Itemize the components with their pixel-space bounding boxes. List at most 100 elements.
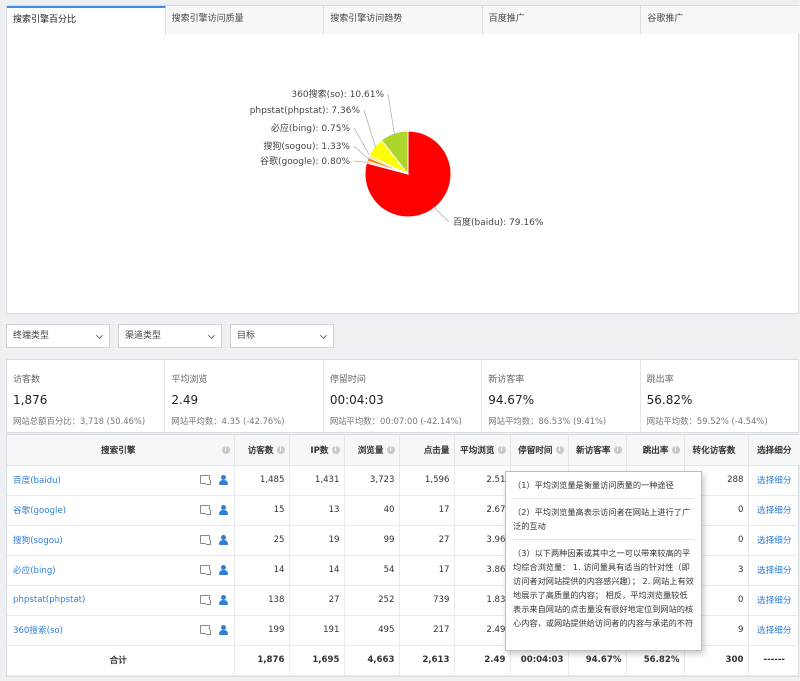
col-detail: 选择细分	[748, 435, 800, 466]
info-icon[interactable]: i	[221, 446, 230, 454]
tooltip-divider	[513, 539, 694, 540]
stats-summary: 访客数 1,876 网站总额百分比：3,718 (50.46%) 平均浏览 2.…	[6, 359, 799, 433]
total-label: 合计	[7, 645, 235, 676]
select-detail-link[interactable]: 选择细分	[748, 555, 800, 586]
pie-connector	[353, 145, 370, 161]
stat-value: 2.49	[171, 393, 199, 407]
pie-connector	[387, 93, 395, 136]
col-clicks[interactable]: 点击量	[399, 435, 455, 466]
table-header-row: 搜索引擎 i 访客数 i IP数 i 浏览量 i 点击量 平均浏览 i 停留时间 i 新访客…	[7, 435, 800, 466]
user-icon[interactable]	[218, 624, 228, 635]
visitors-cell: 15	[234, 495, 290, 526]
tooltip-paragraph: （1）平均浏览量是衡量访问质量的一种途径	[513, 480, 674, 490]
col-pv[interactable]: 浏览量 i	[344, 435, 400, 466]
avg-cell: 2.49	[454, 645, 511, 676]
stat-bounce-rate: 跳出率 56.82% 网站平均数：59.52% (-4.54%)	[641, 360, 798, 432]
stat-sub: 网站平均数：86.53% (9.41%)	[488, 416, 607, 426]
col-engine[interactable]: 搜索引擎 i	[7, 435, 235, 466]
avg-views-tooltip: （1）平均浏览量是衡量访问质量的一种途径 （2）平均浏览量高表示访问者在网站上进…	[505, 471, 702, 651]
info-icon[interactable]: i	[331, 446, 340, 455]
user-icon[interactable]	[218, 534, 228, 545]
engine-name-cell[interactable]: 必应(bing)	[7, 555, 235, 586]
info-icon[interactable]: i	[555, 446, 564, 455]
user-icon[interactable]	[218, 594, 228, 605]
col-avg-views[interactable]: 平均浏览 i	[454, 435, 511, 466]
pie-label: 谷歌(google): 0.80%	[260, 155, 350, 167]
chevron-down-icon	[207, 331, 216, 340]
info-icon[interactable]: i	[671, 446, 680, 455]
filter-bar: 终端类型 渠道类型 目标	[6, 324, 334, 348]
channel-type-dropdown[interactable]: 渠道类型	[118, 324, 222, 348]
dropdown-label: 终端类型	[13, 331, 50, 341]
ip-cell: 1,695	[289, 645, 345, 676]
stat-label: 跳出率	[646, 375, 674, 385]
info-icon[interactable]: i	[386, 446, 395, 455]
pie-connector	[432, 206, 450, 223]
tab-baidu-promotion[interactable]: 百度推广	[482, 6, 642, 34]
engine-name-cell[interactable]: 搜狗(sogou)	[7, 525, 235, 556]
select-detail-link[interactable]: 选择细分	[748, 525, 800, 556]
info-icon[interactable]: i	[276, 446, 285, 455]
stat-label: 平均浏览	[171, 375, 208, 385]
dropdown-label: 目标	[237, 331, 256, 341]
stat-visitors: 访客数 1,876 网站总额百分比：3,718 (50.46%)	[7, 360, 166, 432]
select-detail-link[interactable]: 选择细分	[748, 615, 800, 646]
pv-cell: 252	[344, 585, 400, 616]
stat-value: 00:04:03	[329, 393, 384, 407]
pv-cell: 40	[344, 495, 400, 526]
report-icon[interactable]	[199, 595, 211, 605]
tab-google-promotion[interactable]: 谷歌推广	[641, 6, 800, 34]
clicks-cell: 1,596	[399, 465, 455, 496]
col-conversions[interactable]: 转化访客数	[684, 435, 749, 466]
tab-engine-percentage[interactable]: 搜索引擎百分比	[7, 6, 166, 35]
stat-value: 1,876	[13, 393, 48, 407]
info-icon[interactable]: i	[613, 446, 622, 455]
engine-name-cell[interactable]: 360搜索(so)	[7, 615, 235, 646]
report-icon[interactable]	[199, 625, 211, 635]
select-detail-link[interactable]: 选择细分	[748, 465, 800, 496]
clicks-cell: 739	[399, 585, 455, 616]
user-icon[interactable]	[218, 474, 228, 485]
pie-chart: 百度(baidu): 79.16% 谷歌(google): 0.80% 搜狗(sog…	[250, 88, 544, 228]
visitors-cell: 1,485	[234, 465, 290, 496]
stat-value: 56.82%	[646, 393, 693, 407]
user-icon[interactable]	[218, 504, 228, 515]
engine-name-cell[interactable]: 谷歌(google)	[7, 495, 235, 526]
avg-cell: 2.67	[454, 495, 511, 526]
engine-name-cell[interactable]: 百度(baidu)	[7, 465, 235, 496]
avg-cell: 2.49	[454, 615, 511, 646]
col-new-rate[interactable]: 新访客率 i	[568, 435, 627, 466]
col-stay-time[interactable]: 停留时间 i	[510, 435, 569, 466]
pie-connector	[363, 109, 377, 149]
info-icon[interactable]: i	[497, 446, 506, 455]
pie-label: 搜狗(sogou): 1.33%	[263, 140, 350, 152]
col-visitors[interactable]: 访客数 i	[234, 435, 290, 466]
visitors-cell: 25	[234, 525, 290, 556]
avg-cell: 3.86	[454, 555, 511, 586]
col-bounce[interactable]: 跳出率 i	[626, 435, 685, 466]
chart-panel: 搜索引擎百分比 搜索引擎访问质量 搜索引擎访问趋势 百度推广 谷歌推广 百度(b…	[6, 5, 800, 314]
stat-label: 停留时间	[329, 375, 366, 385]
stat-label: 新访客率	[488, 375, 525, 385]
stat-stay-time: 停留时间 00:04:03 网站平均数：00:07:00 (-42.14%)	[324, 360, 483, 432]
report-icon[interactable]	[199, 505, 211, 515]
engine-name-cell[interactable]: phpstat(phpstat)	[7, 585, 235, 616]
tooltip-paragraph: （3）以下两种因素或其中之一可以带来较高的平均综合浏览量： 1. 访问量具有适当…	[513, 548, 694, 628]
terminal-type-dropdown[interactable]: 终端类型	[6, 324, 110, 348]
select-detail-link[interactable]: 选择细分	[748, 495, 800, 526]
col-ip[interactable]: IP数 i	[289, 435, 345, 466]
report-icon[interactable]	[199, 535, 211, 545]
visitors-cell: 14	[234, 555, 290, 586]
tab-engine-trend[interactable]: 搜索引擎访问趋势	[324, 6, 483, 34]
report-icon[interactable]	[199, 475, 211, 485]
goal-dropdown[interactable]: 目标	[230, 324, 334, 348]
stat-sub: 网站平均数：00:07:00 (-42.14%)	[329, 416, 462, 426]
dropdown-label: 渠道类型	[125, 331, 162, 341]
clicks-cell: 2,613	[399, 645, 455, 676]
report-icon[interactable]	[199, 565, 211, 575]
user-icon[interactable]	[218, 564, 228, 575]
stat-sub: 网站总额百分比：3,718 (50.46%)	[13, 416, 146, 426]
tab-engine-quality[interactable]: 搜索引擎访问质量	[165, 6, 325, 34]
visitors-cell: 1,876	[234, 645, 290, 676]
select-detail-link[interactable]: 选择细分	[748, 585, 800, 616]
